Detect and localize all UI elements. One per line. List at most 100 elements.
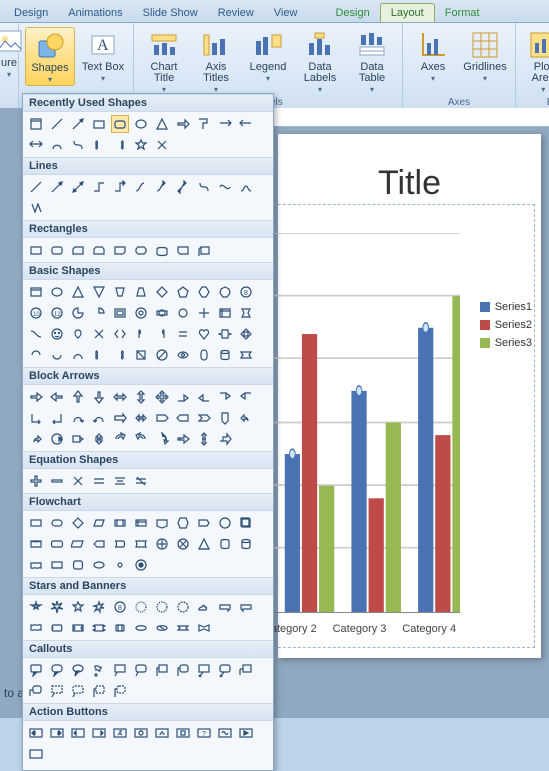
shape-basic-24[interactable] xyxy=(69,325,87,343)
shape-callouts-13[interactable] xyxy=(69,682,87,700)
shape-flow-14[interactable] xyxy=(90,535,108,553)
shape-callouts-9[interactable] xyxy=(216,661,234,679)
shape-flow-27[interactable] xyxy=(132,556,150,574)
shape-basic-15[interactable] xyxy=(111,304,129,322)
tab-view[interactable]: View xyxy=(264,4,308,22)
shape-eq-3[interactable] xyxy=(90,472,108,490)
shape-rects-3[interactable] xyxy=(90,241,108,259)
shape-recent-15[interactable] xyxy=(111,136,129,154)
shape-basic-31[interactable] xyxy=(216,325,234,343)
shape-recent-16[interactable] xyxy=(132,136,150,154)
shape-arrows-30[interactable] xyxy=(195,430,213,448)
legend-item-series1[interactable]: Series1 xyxy=(480,301,532,313)
shape-actions-10[interactable] xyxy=(237,724,255,742)
shape-arrows-28[interactable] xyxy=(153,430,171,448)
shape-flow-17[interactable] xyxy=(153,535,171,553)
shape-rects-8[interactable] xyxy=(195,241,213,259)
legend-button[interactable]: Legend ▾ xyxy=(244,27,292,95)
shape-actions-1[interactable] xyxy=(48,724,66,742)
tab-slideshow[interactable]: Slide Show xyxy=(133,4,208,22)
shape-actions-7[interactable] xyxy=(174,724,192,742)
shape-flow-7[interactable] xyxy=(174,514,192,532)
data-table-button[interactable]: Data Table ▾ xyxy=(348,27,396,95)
chart-legend[interactable]: Series1 Series2 Series3 xyxy=(480,295,532,355)
shape-callouts-3[interactable] xyxy=(90,661,108,679)
shape-callouts-14[interactable] xyxy=(90,682,108,700)
axis-titles-button[interactable]: Axis Titles ▾ xyxy=(192,27,240,95)
shape-lines-10[interactable] xyxy=(237,178,255,196)
shape-lines-11[interactable] xyxy=(27,199,45,217)
shapes-gallery-dropdown[interactable]: Recently Used Shapes Lines Rectangles Ba… xyxy=(22,93,274,771)
shape-stars-13[interactable] xyxy=(69,619,87,637)
shape-arrows-14[interactable] xyxy=(90,409,108,427)
shape-arrows-24[interactable] xyxy=(69,430,87,448)
slide-canvas[interactable]: Title Category 2 Category 3 xyxy=(278,134,541,658)
shape-stars-1[interactable] xyxy=(48,598,66,616)
shape-stars-19[interactable] xyxy=(195,619,213,637)
shape-arrows-23[interactable] xyxy=(48,430,66,448)
shape-basic-5[interactable] xyxy=(132,283,150,301)
shape-lines-2[interactable] xyxy=(69,178,87,196)
shape-basic-43[interactable] xyxy=(237,346,255,364)
shape-arrows-0[interactable] xyxy=(27,388,45,406)
shape-arrows-13[interactable] xyxy=(69,409,87,427)
legend-item-series3[interactable]: Series3 xyxy=(480,337,532,349)
shape-arrows-20[interactable] xyxy=(216,409,234,427)
shape-rects-7[interactable] xyxy=(174,241,192,259)
shape-flow-20[interactable] xyxy=(216,535,234,553)
shape-lines-4[interactable] xyxy=(111,178,129,196)
shape-flow-5[interactable] xyxy=(132,514,150,532)
shape-arrows-5[interactable] xyxy=(132,388,150,406)
shape-arrows-4[interactable] xyxy=(111,388,129,406)
shape-stars-4[interactable]: 8 xyxy=(111,598,129,616)
shape-arrows-11[interactable] xyxy=(27,409,45,427)
shape-basic-4[interactable] xyxy=(111,283,129,301)
shape-basic-18[interactable] xyxy=(174,304,192,322)
shape-basic-41[interactable] xyxy=(195,346,213,364)
shape-actions-4[interactable] xyxy=(111,724,129,742)
shape-stars-18[interactable] xyxy=(174,619,192,637)
shape-rects-2[interactable] xyxy=(69,241,87,259)
shape-actions-0[interactable] xyxy=(27,724,45,742)
shape-recent-13[interactable] xyxy=(69,136,87,154)
plot-area[interactable] xyxy=(259,233,460,613)
shape-stars-12[interactable] xyxy=(48,619,66,637)
shape-callouts-12[interactable] xyxy=(48,682,66,700)
shape-flow-2[interactable] xyxy=(69,514,87,532)
shape-basic-23[interactable] xyxy=(48,325,66,343)
axes-button[interactable]: Axes ▾ xyxy=(409,27,457,84)
shape-basic-29[interactable] xyxy=(174,325,192,343)
chart-title-button[interactable]: Chart Title ▾ xyxy=(140,27,188,95)
shape-flow-4[interactable] xyxy=(111,514,129,532)
shape-lines-0[interactable] xyxy=(27,178,45,196)
shape-eq-0[interactable] xyxy=(27,472,45,490)
shape-flow-13[interactable] xyxy=(69,535,87,553)
shape-rects-5[interactable] xyxy=(132,241,150,259)
shape-actions-3[interactable] xyxy=(90,724,108,742)
tab-chart-layout[interactable]: Layout xyxy=(380,3,435,22)
shape-flow-24[interactable] xyxy=(69,556,87,574)
shape-actions-5[interactable] xyxy=(132,724,150,742)
shape-arrows-19[interactable] xyxy=(195,409,213,427)
shape-lines-3[interactable] xyxy=(90,178,108,196)
picture-button-fragment[interactable]: ure ▾ xyxy=(0,23,19,80)
shape-arrows-25[interactable] xyxy=(90,430,108,448)
shape-recent-10[interactable] xyxy=(237,115,255,133)
shape-recent-14[interactable] xyxy=(90,136,108,154)
shape-flow-11[interactable] xyxy=(27,535,45,553)
shapes-button[interactable]: Shapes ▾ xyxy=(25,27,75,86)
shape-recent-1[interactable] xyxy=(48,115,66,133)
shape-basic-2[interactable] xyxy=(69,283,87,301)
shape-rects-0[interactable] xyxy=(27,241,45,259)
shape-flow-19[interactable] xyxy=(195,535,213,553)
shape-basic-3[interactable] xyxy=(90,283,108,301)
shape-flow-8[interactable] xyxy=(195,514,213,532)
shape-callouts-1[interactable] xyxy=(48,661,66,679)
shape-callouts-11[interactable] xyxy=(27,682,45,700)
shape-basic-36[interactable] xyxy=(90,346,108,364)
shape-basic-21[interactable] xyxy=(237,304,255,322)
shape-callouts-2[interactable] xyxy=(69,661,87,679)
shape-eq-5[interactable] xyxy=(132,472,150,490)
shape-basic-34[interactable] xyxy=(48,346,66,364)
tab-animations[interactable]: Animations xyxy=(58,4,132,22)
